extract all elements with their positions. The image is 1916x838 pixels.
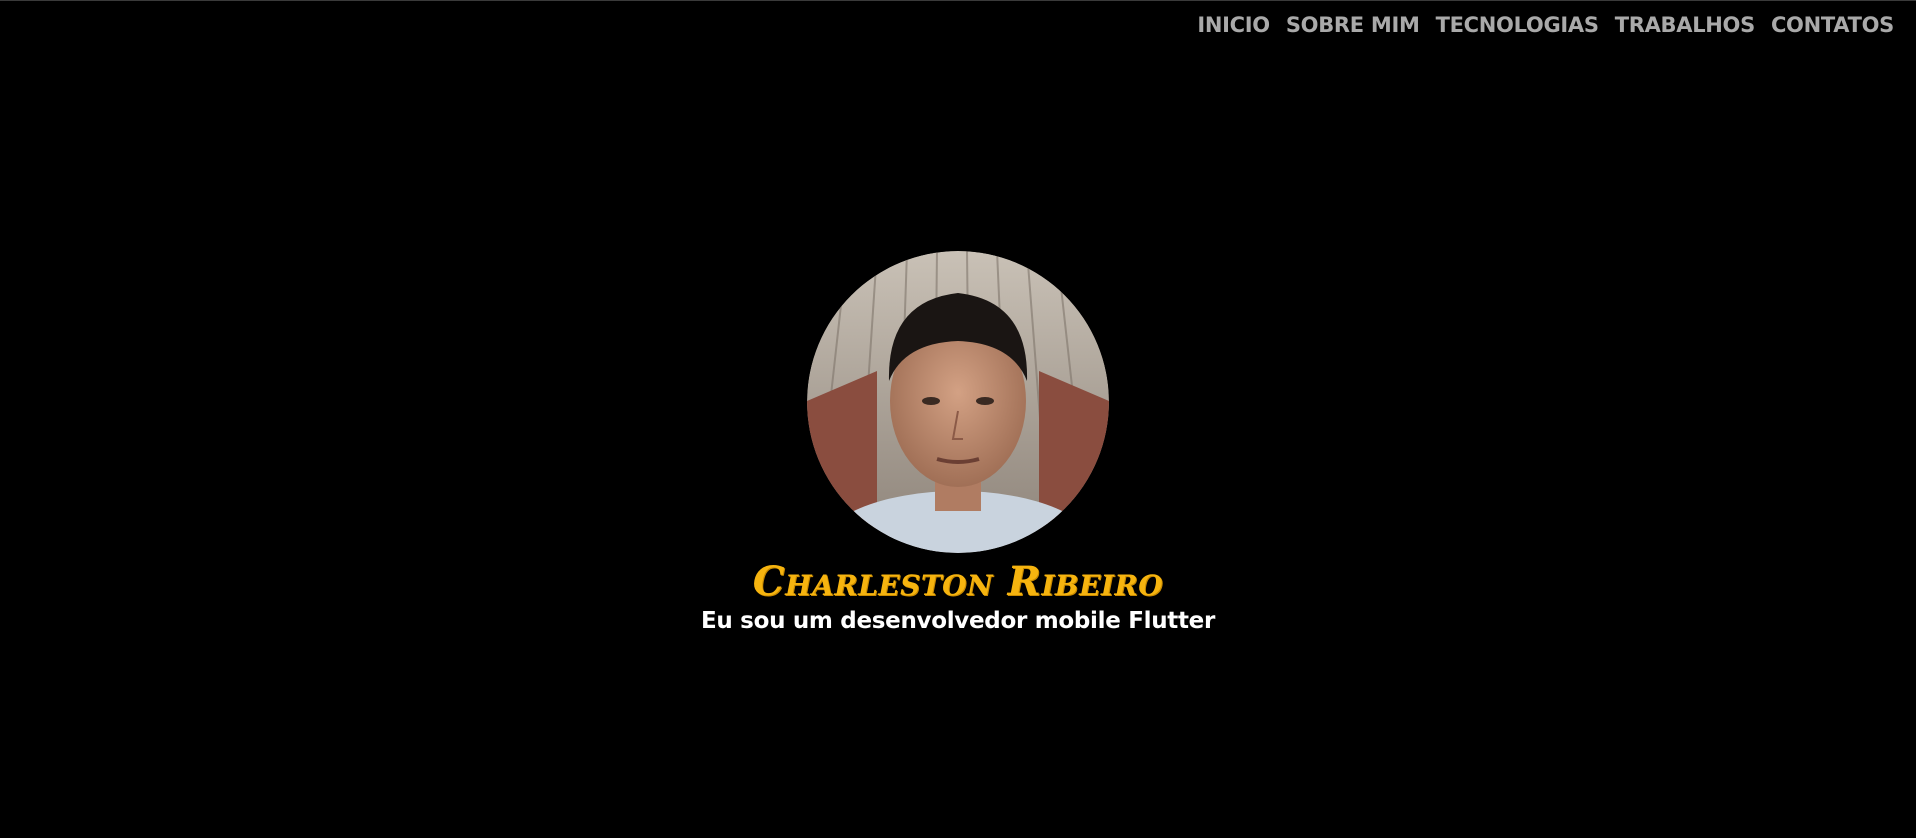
nav-item-contatos[interactable]: CONTATOS: [1763, 10, 1902, 40]
hero-section: Charleston Ribeiro Eu sou um desenvolved…: [0, 251, 1916, 637]
profile-name: Charleston Ribeiro: [752, 558, 1164, 605]
nav-item-trabalhos[interactable]: TRABALHOS: [1607, 10, 1763, 40]
nav-item-sobre-mim[interactable]: SOBRE MIM: [1278, 10, 1428, 40]
nav-item-tecnologias[interactable]: TECNOLOGIAS: [1428, 10, 1607, 40]
top-border: [0, 0, 1916, 1]
profile-tagline: Eu sou um desenvolvedor mobile Flutter: [700, 608, 1216, 634]
top-navigation: INICIO SOBRE MIM TECNOLOGIAS TRABALHOS C…: [1189, 10, 1902, 40]
nav-item-inicio[interactable]: INICIO: [1189, 10, 1277, 40]
profile-photo: [807, 251, 1109, 553]
